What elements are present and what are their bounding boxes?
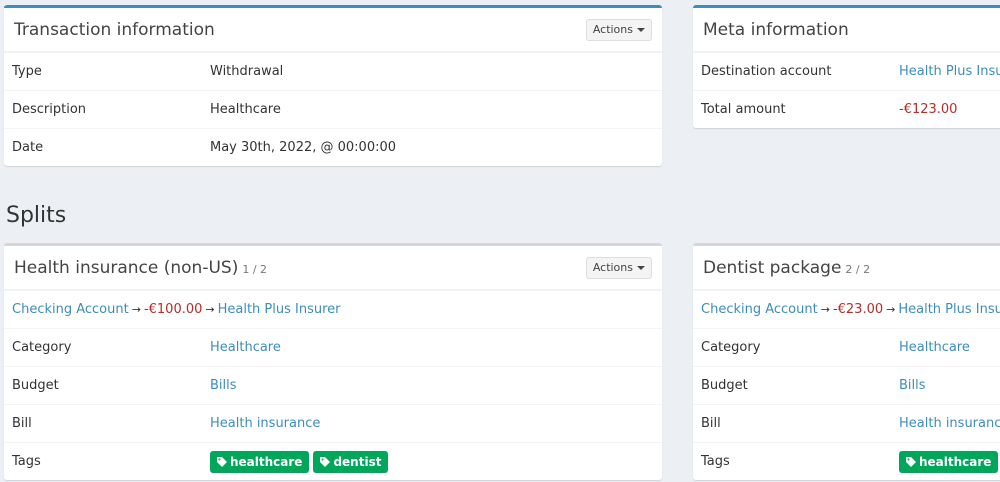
total-amount-row: Total amount -€123.00: [693, 90, 1000, 128]
tag-icon: [217, 456, 227, 467]
caret-down-icon: [637, 28, 645, 32]
tag-label: healthcare: [919, 454, 992, 469]
description-value: Healthcare: [210, 102, 281, 117]
budget-label: Budget: [701, 378, 748, 393]
tag-healthcare[interactable]: healthcare: [210, 450, 310, 473]
split-1-source-link[interactable]: Checking Account: [12, 302, 129, 317]
bill-label: Bill: [701, 416, 721, 431]
split-1-title: Health insurance (non-US) 1 / 2: [14, 258, 267, 278]
transaction-info-title: Transaction information: [14, 19, 215, 40]
split-2-count: 2 / 2: [845, 262, 871, 276]
split-1-tags-row: Tags healthcare dentist: [4, 442, 662, 480]
split-1-budget-link[interactable]: Bills: [210, 378, 237, 393]
total-amount-value: -€123.00: [899, 102, 958, 117]
split-1-bill-link[interactable]: Health insurance: [210, 416, 320, 431]
split-box-1: Health insurance (non-US) 1 / 2 Actions C…: [4, 243, 662, 480]
arrow-right-icon: →: [131, 303, 141, 316]
tag-icon: [906, 456, 916, 467]
arrow-right-icon: →: [205, 303, 215, 316]
split-2-category-row: Category Healthcare: [693, 328, 1000, 366]
tag-dentist[interactable]: dentist: [313, 450, 389, 473]
split-1-header: Health insurance (non-US) 1 / 2 Actions: [4, 246, 662, 290]
arrow-right-icon: →: [820, 303, 830, 316]
transaction-actions-button[interactable]: Actions: [585, 19, 652, 41]
category-label: Category: [701, 340, 761, 355]
meta-info-box: Meta information Destination account Hea…: [693, 5, 1000, 128]
total-amount-label: Total amount: [701, 102, 786, 117]
description-label: Description: [12, 102, 87, 117]
split-1-amount: -€100.00: [143, 302, 203, 317]
tag-healthcare[interactable]: healthcare: [899, 450, 999, 473]
split-2-amount: -€23.00: [832, 302, 884, 317]
type-label: Type: [12, 64, 42, 79]
tag-icon: [320, 456, 331, 467]
split-1-flow-row: Checking Account → -€100.00 → Health Plu…: [4, 290, 662, 328]
type-value: Withdrawal: [210, 64, 284, 79]
bill-label: Bill: [12, 416, 32, 431]
split-1-title-text: Health insurance (non-US): [14, 257, 239, 278]
transaction-type-row: Type Withdrawal: [4, 52, 662, 90]
split-1-category-row: Category Healthcare: [4, 328, 662, 366]
split-2-tags: healthcare: [899, 450, 1000, 473]
split-2-bill-link[interactable]: Health insurance: [899, 416, 1000, 431]
transaction-date-row: Date May 30th, 2022, @ 00:00:00: [4, 128, 662, 166]
meta-info-header: Meta information: [693, 8, 1000, 52]
tag-label: dentist: [333, 454, 382, 469]
splits-heading: Splits: [6, 203, 67, 228]
split-2-title-text: Dentist package: [703, 257, 842, 278]
transaction-info-header: Transaction information Actions: [4, 8, 662, 52]
split-2-destination-link[interactable]: Health Plus Insurer: [898, 302, 1000, 317]
transaction-actions-label: Actions: [592, 23, 633, 36]
date-label: Date: [12, 140, 44, 155]
tags-label: Tags: [701, 454, 730, 469]
split-1-tags: healthcare dentist: [210, 450, 392, 473]
split-2-flow-row: Checking Account → -€23.00 → Health Plus…: [693, 290, 1000, 328]
split-2-category-link[interactable]: Healthcare: [899, 340, 970, 355]
category-label: Category: [12, 340, 72, 355]
split-2-header: Dentist package 2 / 2: [693, 246, 1000, 290]
destination-account-link[interactable]: Health Plus Insurer: [899, 64, 1000, 79]
meta-info-title: Meta information: [703, 19, 849, 40]
split-1-count: 1 / 2: [242, 262, 268, 276]
tag-label: healthcare: [230, 454, 303, 469]
transaction-info-box: Transaction information Actions Type Wit…: [4, 5, 662, 166]
destination-account-row: Destination account Health Plus Insurer: [693, 52, 1000, 90]
split-box-2: Dentist package 2 / 2 Checking Account → …: [693, 243, 1000, 480]
split-2-title: Dentist package 2 / 2: [703, 258, 870, 278]
arrow-right-icon: →: [886, 303, 896, 316]
split-2-tags-row: Tags healthcare: [693, 442, 1000, 480]
tags-label: Tags: [12, 454, 41, 469]
split-1-actions-button[interactable]: Actions: [585, 257, 652, 279]
destination-account-label: Destination account: [701, 64, 832, 79]
split-1-budget-row: Budget Bills: [4, 366, 662, 404]
transaction-description-row: Description Healthcare: [4, 90, 662, 128]
split-1-destination-link[interactable]: Health Plus Insurer: [218, 302, 341, 317]
split-2-source-link[interactable]: Checking Account: [701, 302, 818, 317]
split-1-category-link[interactable]: Healthcare: [210, 340, 281, 355]
date-value: May 30th, 2022, @ 00:00:00: [210, 140, 397, 155]
split-2-budget-link[interactable]: Bills: [899, 378, 926, 393]
budget-label: Budget: [12, 378, 59, 393]
split-2-budget-row: Budget Bills: [693, 366, 1000, 404]
split-1-actions-label: Actions: [592, 261, 633, 274]
caret-down-icon: [637, 266, 645, 270]
split-2-bill-row: Bill Health insurance: [693, 404, 1000, 442]
split-1-bill-row: Bill Health insurance: [4, 404, 662, 442]
